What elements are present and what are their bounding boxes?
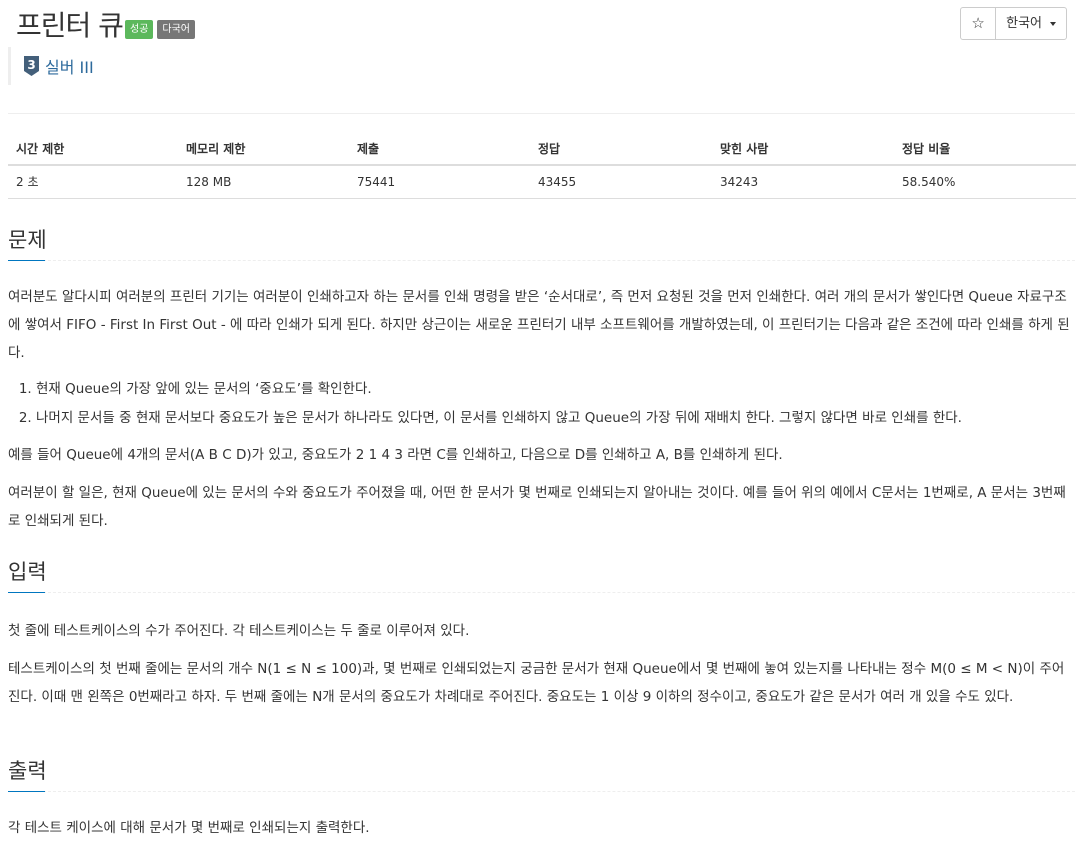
tier-icon: 3 bbox=[24, 56, 39, 76]
memory-limit-value: 128 MB bbox=[178, 165, 349, 199]
section-title-problem: 문제 bbox=[8, 228, 47, 252]
section-underline bbox=[8, 592, 45, 593]
input-section: 입력 첫 줄에 테스트케이스의 수가 주어진다. 각 테스트케이스는 두 줄로 … bbox=[8, 557, 1075, 711]
language-label: 한국어 bbox=[1006, 16, 1042, 31]
section-underline bbox=[8, 260, 45, 261]
problem-page: 프린터 큐 성공 다국어 ☆ 한국어 3 실버 III 시간 제한 메모리 제한 bbox=[0, 0, 1083, 836]
favorite-button[interactable]: ☆ bbox=[961, 8, 997, 39]
section-title-output: 출력 bbox=[8, 759, 47, 783]
accept-ratio-value: 58.540% bbox=[894, 165, 1076, 199]
list-item: 나머지 문서들 중 현재 문서보다 중요도가 높은 문서가 하나라도 있다면, … bbox=[36, 404, 1075, 433]
status-badge-success[interactable]: 성공 bbox=[125, 20, 154, 39]
solved-users-value: 34243 bbox=[712, 165, 894, 199]
tier-row: 3 실버 III bbox=[8, 47, 94, 85]
input-paragraph-1: 첫 줄에 테스트케이스의 수가 주어진다. 각 테스트케이스는 두 줄로 이루어… bbox=[8, 623, 470, 639]
table-row: 2 초 128 MB 75441 43455 34243 58.540% bbox=[8, 165, 1076, 199]
th-accepted: 정답 bbox=[530, 132, 712, 166]
problem-step-list: 현재 Queue의 가장 앞에 있는 문서의 ‘중요도’를 확인한다. 나머지 … bbox=[8, 375, 1075, 433]
submissions-value: 75441 bbox=[349, 165, 530, 199]
problem-paragraph-3: 여러분이 할 일은, 현재 Queue에 있는 문서의 수와 중요도가 주어졌을… bbox=[8, 485, 1066, 529]
problem-info-table: 시간 제한 메모리 제한 제출 정답 맞힌 사람 정답 비율 2 초 128 M… bbox=[8, 132, 1076, 199]
list-item: 현재 Queue의 가장 앞에 있는 문서의 ‘중요도’를 확인한다. bbox=[36, 375, 1075, 404]
problem-paragraph-2: 예를 들어 Queue에 4개의 문서(A B C D)가 있고, 중요도가 2… bbox=[8, 447, 783, 463]
divider bbox=[8, 113, 1075, 114]
table-header-row: 시간 제한 메모리 제한 제출 정답 맞힌 사람 정답 비율 bbox=[8, 132, 1076, 166]
status-badge-multilang[interactable]: 다국어 bbox=[157, 20, 196, 39]
title-row: 프린터 큐 성공 다국어 ☆ 한국어 bbox=[8, 0, 1075, 50]
accepted-value: 43455 bbox=[530, 165, 712, 199]
tier-number: 3 bbox=[27, 58, 35, 72]
section-header: 문제 bbox=[8, 225, 1075, 261]
tier-link[interactable]: 실버 III bbox=[45, 54, 94, 78]
badge-group: 성공 다국어 bbox=[125, 20, 196, 39]
chevron-down-icon bbox=[1050, 21, 1056, 26]
time-limit-value: 2 초 bbox=[8, 165, 178, 199]
th-memory-limit: 메모리 제한 bbox=[178, 132, 349, 166]
section-title-input: 입력 bbox=[8, 560, 47, 584]
header-button-group: ☆ 한국어 bbox=[960, 7, 1067, 40]
page-title: 프린터 큐 bbox=[16, 9, 124, 42]
star-icon: ☆ bbox=[971, 14, 985, 32]
input-paragraph-2: 테스트케이스의 첫 번째 줄에는 문서의 개수 N(1 ≤ N ≤ 100)과,… bbox=[8, 661, 1065, 705]
th-solved-users: 맞힌 사람 bbox=[712, 132, 894, 166]
th-submissions: 제출 bbox=[349, 132, 530, 166]
problem-section: 문제 여러분도 알다시피 여러분의 프린터 기기는 여러분이 인쇄하고자 하는 … bbox=[8, 225, 1075, 535]
section-header: 입력 bbox=[8, 557, 1075, 593]
output-paragraph-1: 각 테스트 케이스에 대해 문서가 몇 번째로 인쇄되는지 출력한다. bbox=[8, 820, 370, 836]
output-section: 출력 각 테스트 케이스에 대해 문서가 몇 번째로 인쇄되는지 출력한다. bbox=[8, 756, 1075, 842]
section-underline bbox=[8, 791, 45, 792]
th-accept-ratio: 정답 비율 bbox=[894, 132, 1076, 166]
problem-paragraph-1: 여러분도 알다시피 여러분의 프린터 기기는 여러분이 인쇄하고자 하는 문서를… bbox=[8, 289, 1070, 361]
section-header: 출력 bbox=[8, 756, 1075, 792]
language-dropdown[interactable]: 한국어 bbox=[996, 8, 1066, 39]
th-time-limit: 시간 제한 bbox=[8, 132, 178, 166]
